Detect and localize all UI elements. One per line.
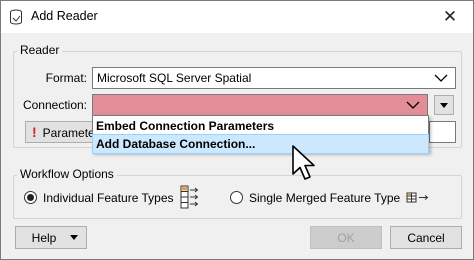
- cancel-button[interactable]: Cancel: [390, 226, 462, 249]
- format-select[interactable]: Microsoft SQL Server Spatial: [92, 67, 456, 89]
- add-database-connection-option[interactable]: Add Database Connection...: [92, 134, 429, 154]
- single-merged-feature-type-label[interactable]: Single Merged Feature Type: [249, 191, 400, 205]
- format-value: Microsoft SQL Server Spatial: [97, 71, 252, 85]
- close-button[interactable]: ✕: [427, 1, 473, 33]
- triangle-down-icon: [440, 102, 448, 108]
- add-reader-dialog: Add Reader ✕ Reader Format: Microsoft SQ…: [0, 0, 474, 260]
- embed-connection-label: Embed Connection Parameters: [96, 119, 275, 133]
- connection-options-button[interactable]: [434, 95, 454, 115]
- help-button[interactable]: Help: [15, 226, 87, 249]
- multiple-feature-types-icon: [180, 185, 199, 209]
- triangle-down-icon: [70, 235, 78, 240]
- chevron-down-icon: [434, 74, 448, 82]
- individual-feature-types-radio[interactable]: [24, 191, 37, 204]
- workflow-options-title: Workflow Options: [17, 167, 117, 181]
- cancel-label: Cancel: [407, 230, 445, 245]
- individual-feature-types-label[interactable]: Individual Feature Types: [43, 191, 174, 205]
- parameters-combo-edge[interactable]: [429, 121, 456, 143]
- format-label: Format:: [45, 71, 87, 85]
- ok-label: OK: [337, 230, 355, 245]
- merged-feature-type-icon: [406, 192, 429, 203]
- connection-select[interactable]: [92, 94, 428, 116]
- chevron-down-icon: [406, 101, 420, 109]
- window-title: Add Reader: [31, 9, 98, 23]
- ok-button[interactable]: OK: [310, 226, 382, 249]
- embed-connection-option[interactable]: Embed Connection Parameters: [93, 117, 428, 135]
- database-icon: [10, 9, 22, 25]
- single-merged-feature-type-radio[interactable]: [230, 191, 243, 204]
- close-icon: ✕: [442, 7, 458, 26]
- warning-icon: !: [32, 124, 37, 140]
- parameters-button[interactable]: ! Parameters...: [25, 121, 97, 143]
- connection-dropdown: Embed Connection Parameters Add Database…: [92, 115, 429, 154]
- reader-group-title: Reader: [17, 43, 63, 57]
- help-label: Help: [31, 230, 57, 245]
- connection-label: Connection:: [22, 98, 87, 112]
- parameters-label: Parameters...: [42, 126, 96, 140]
- mouse-pointer-icon: [292, 145, 315, 180]
- title-bar: Add Reader ✕: [1, 1, 473, 33]
- add-database-connection-label: Add Database Connection...: [96, 137, 256, 151]
